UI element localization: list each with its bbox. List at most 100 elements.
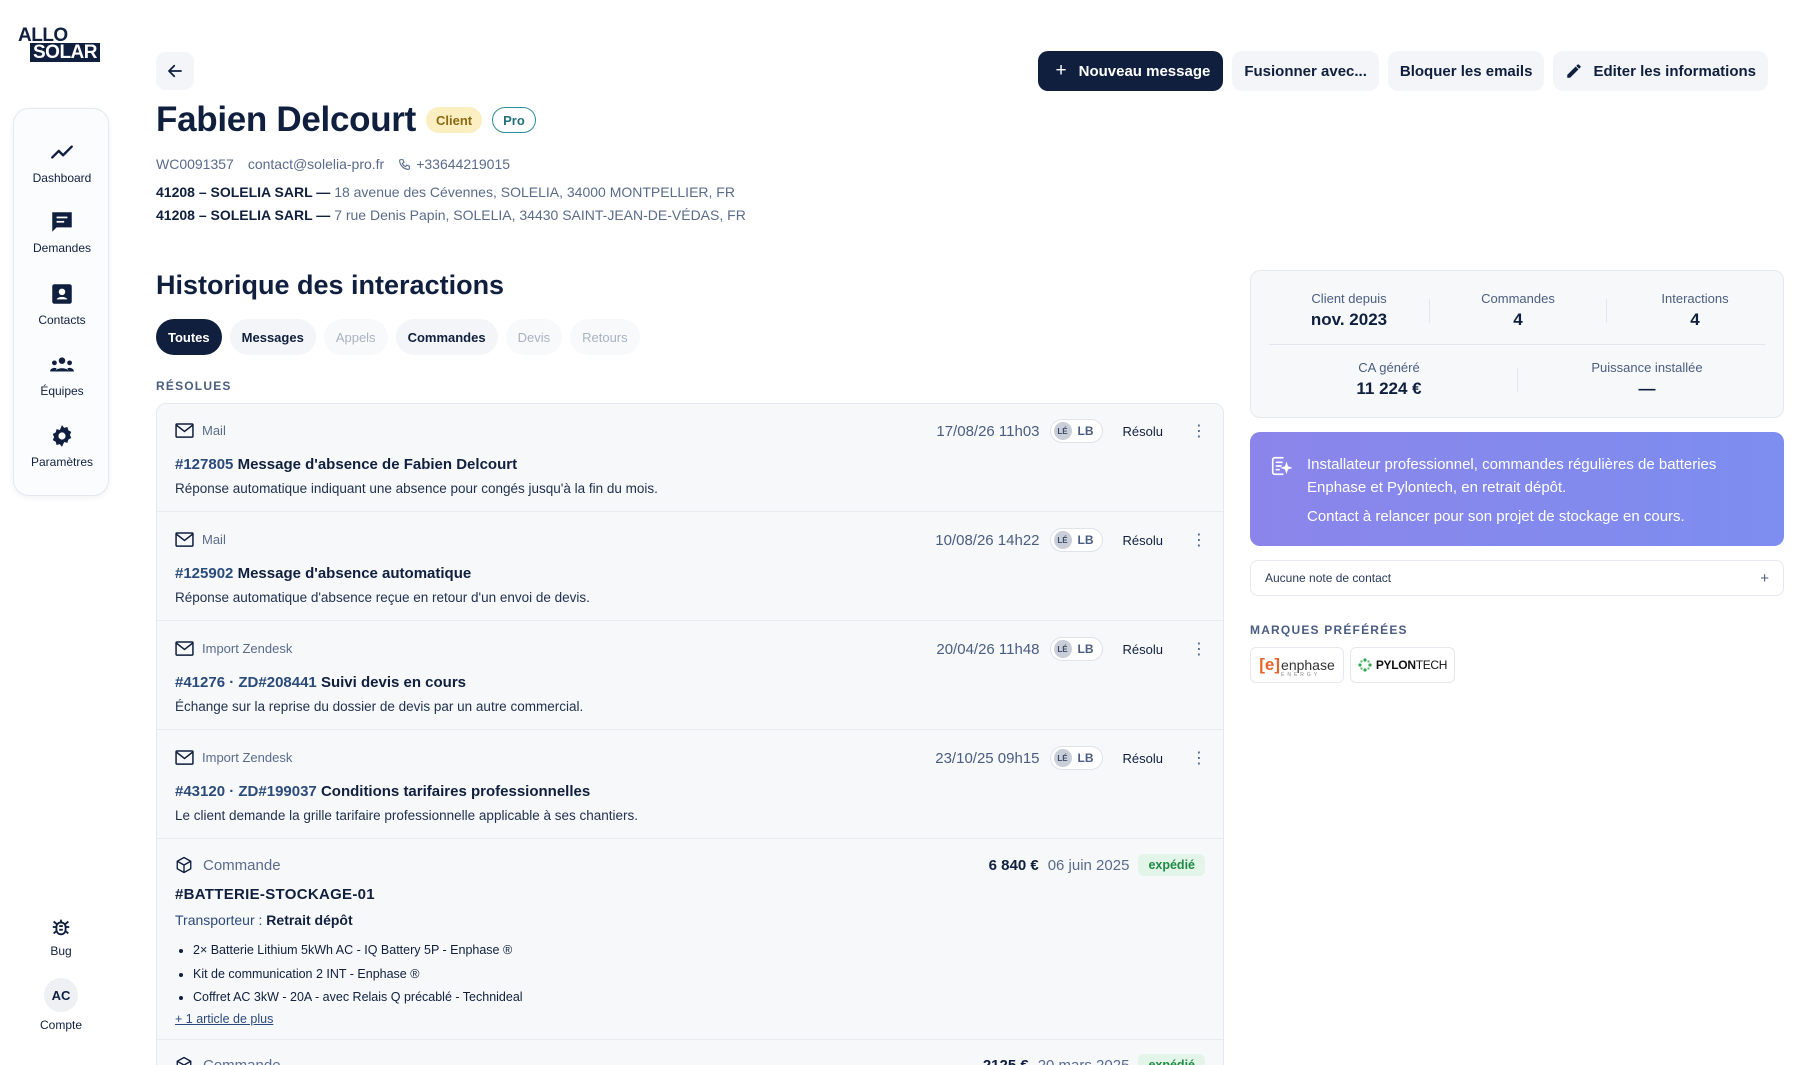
interaction-meta: 23/10/25 09h15 LÉ LB Résolu ⋮ bbox=[935, 746, 1207, 770]
status-badge: Résolu bbox=[1122, 532, 1163, 548]
order-meta: 2125 € 20 mars 2025 expédié bbox=[983, 1054, 1205, 1065]
assignee-chip[interactable]: LÉ LB bbox=[1049, 419, 1103, 443]
address-line-2: 41208 – SOLELIA SARL — 7 rue Denis Papin… bbox=[156, 207, 746, 223]
note-placeholder: Aucune note de contact bbox=[1265, 571, 1392, 585]
team-icon bbox=[50, 357, 74, 372]
list-item[interactable]: Mail 10/08/26 14h22 LÉ LB Résolu ⋮ #12590… bbox=[157, 513, 1223, 621]
assignee-chip[interactable]: LÉ LB bbox=[1049, 637, 1103, 661]
status-badge: expédié bbox=[1138, 854, 1205, 876]
contact-title-row: Fabien Delcourt Client Pro bbox=[156, 100, 536, 140]
pylontech-mark-icon bbox=[1358, 658, 1372, 672]
carrier-value: Retrait dépôt bbox=[266, 912, 353, 928]
add-note-button[interactable]: + bbox=[1760, 570, 1769, 587]
stat-value: 11 224 € bbox=[1356, 379, 1422, 398]
interaction-subject: #127805 Message d'absence de Fabien Delc… bbox=[175, 456, 517, 473]
tab-toutes[interactable]: Toutes bbox=[156, 319, 222, 355]
sidebar-item-contacts[interactable]: Contacts bbox=[14, 281, 110, 343]
contact-email[interactable]: contact@solelia-pro.fr bbox=[248, 156, 384, 172]
order-type: Commande bbox=[175, 1056, 281, 1065]
sidebar-item-label: Dashboard bbox=[32, 171, 92, 185]
assignee-initials: LB bbox=[1077, 533, 1094, 547]
edit-info-button[interactable]: Editer les informations bbox=[1553, 51, 1768, 91]
more-options-icon[interactable]: ⋮ bbox=[1191, 748, 1207, 768]
pylontech-wordmark: PYLONTECH bbox=[1375, 658, 1448, 672]
more-options-icon[interactable]: ⋮ bbox=[1191, 530, 1207, 550]
tab-commandes[interactable]: Commandes bbox=[395, 319, 498, 355]
order-item[interactable]: Commande 6 840 € 06 juin 2025 expédié #B… bbox=[157, 840, 1223, 1040]
tab-appels[interactable]: Appels bbox=[323, 319, 388, 355]
interaction-date: 23/10/25 09h15 bbox=[935, 749, 1040, 767]
interaction-ref: #43120 · ZD#199037 bbox=[175, 783, 317, 800]
order-item[interactable]: Commande 2125 € 20 mars 2025 expédié bbox=[157, 1040, 1223, 1065]
contact-phone[interactable]: +33644219015 bbox=[398, 156, 510, 172]
avatar: AC bbox=[44, 978, 78, 1012]
address-value: 7 rue Denis Papin, SOLELIA, 34430 SAINT-… bbox=[334, 207, 746, 223]
bug-label: Bug bbox=[50, 944, 72, 958]
interaction-title: Message d'absence automatique bbox=[237, 565, 472, 582]
stat-orders: Commandes 4 bbox=[1438, 291, 1598, 330]
interaction-type-label: Mail bbox=[202, 532, 226, 547]
arrow-left-icon bbox=[168, 64, 182, 78]
interaction-type-label: Import Zendesk bbox=[202, 750, 293, 765]
allo-solar-logo[interactable]: ALLO SOLAR bbox=[16, 24, 104, 62]
mail-icon bbox=[175, 423, 194, 438]
contact-details: WC0091357 contact@solelia-pro.fr +336442… bbox=[156, 156, 524, 172]
status-badge: Résolu bbox=[1122, 641, 1163, 657]
enphase-name: enphase bbox=[1281, 657, 1335, 673]
sidebar-item-parametres[interactable]: Paramètres bbox=[14, 423, 110, 485]
tab-messages[interactable]: Messages bbox=[229, 319, 316, 355]
interaction-ref: #127805 bbox=[175, 456, 234, 473]
account-label: Compte bbox=[39, 1018, 83, 1032]
interaction-desc: Réponse automatique indiquant une absenc… bbox=[175, 481, 658, 496]
contact-phone-value: +33644219015 bbox=[416, 156, 511, 172]
enphase-sub: ENERGY bbox=[1281, 672, 1321, 678]
list-item[interactable]: Import Zendesk 23/10/25 09h15 LÉ LB Résol… bbox=[157, 731, 1223, 839]
more-items-link[interactable]: + 1 article de plus bbox=[175, 1012, 273, 1026]
assignee-avatar: LÉ bbox=[1053, 749, 1072, 767]
assignee-chip[interactable]: LÉ LB bbox=[1049, 746, 1103, 770]
package-icon bbox=[176, 856, 192, 874]
interaction-subject: #43120 · ZD#199037 Conditions tarifaires… bbox=[175, 783, 590, 800]
account-button[interactable]: AC Compte bbox=[13, 978, 109, 1032]
sidebar-item-equipes[interactable]: Équipes bbox=[14, 352, 110, 414]
address-value: 18 avenue des Cévennes, SOLELIA, 34000 M… bbox=[334, 184, 735, 200]
divider bbox=[1429, 299, 1430, 323]
bug-report-button[interactable]: Bug bbox=[13, 916, 109, 958]
new-message-button[interactable]: + Nouveau message bbox=[1037, 51, 1224, 91]
pylon-bold: PYLON bbox=[1375, 658, 1416, 672]
list-item[interactable]: Import Zendesk 20/04/26 11h48 LÉ LB Résol… bbox=[157, 622, 1223, 730]
contact-stats-card: Client depuis nov. 2023 Commandes 4 Inte… bbox=[1250, 270, 1784, 418]
interaction-desc: Réponse automatique d'absence reçue en r… bbox=[175, 590, 590, 605]
stat-client-since: Client depuis nov. 2023 bbox=[1269, 291, 1429, 330]
chat-icon bbox=[52, 212, 72, 232]
more-options-icon[interactable]: ⋮ bbox=[1191, 639, 1207, 659]
preferred-brands-label: MARQUES PRÉFÉRÉES bbox=[1250, 623, 1408, 637]
assignee-chip[interactable]: LÉ LB bbox=[1049, 528, 1103, 552]
list-item[interactable]: Mail 17/08/26 11h03 LÉ LB Résolu ⋮ #12780… bbox=[157, 404, 1223, 512]
block-emails-button[interactable]: Bloquer les emails bbox=[1387, 51, 1545, 91]
interaction-title: Message d'absence de Fabien Delcourt bbox=[237, 456, 518, 473]
plus-icon: + bbox=[1055, 60, 1067, 81]
sidebar-item-dashboard[interactable]: Dashboard bbox=[14, 139, 110, 201]
gear-icon bbox=[52, 425, 72, 447]
stat-value: 4 bbox=[1513, 310, 1523, 329]
phone-icon bbox=[399, 158, 411, 170]
order-line: Kit de communication 2 INT - Enphase ® bbox=[193, 963, 523, 987]
interaction-type: Import Zendesk bbox=[175, 641, 292, 656]
stat-revenue: CA généré 11 224 € bbox=[1269, 360, 1509, 399]
header-actions: + Nouveau message Fusionner avec... Bloq… bbox=[1037, 51, 1768, 91]
back-button[interactable] bbox=[156, 52, 194, 90]
interaction-meta: 20/04/26 11h48 LÉ LB Résolu ⋮ bbox=[936, 637, 1207, 661]
tab-retours[interactable]: Retours bbox=[570, 319, 640, 355]
merge-button[interactable]: Fusionner avec... bbox=[1232, 51, 1379, 91]
merge-label: Fusionner avec... bbox=[1244, 62, 1367, 80]
history-tabs: Toutes Messages Appels Commandes Devis R… bbox=[156, 319, 640, 355]
sidebar-item-demandes[interactable]: Demandes bbox=[14, 209, 110, 271]
assignee-initials: LB bbox=[1077, 642, 1094, 656]
order-type-label: Commande bbox=[203, 856, 281, 874]
more-options-icon[interactable]: ⋮ bbox=[1191, 421, 1207, 441]
sidebar-nav: Dashboard Demandes Contacts Équipes Para… bbox=[13, 108, 109, 496]
contact-note-field[interactable]: Aucune note de contact + bbox=[1250, 560, 1784, 596]
interaction-type: Mail bbox=[175, 532, 226, 547]
tab-devis[interactable]: Devis bbox=[505, 319, 563, 355]
